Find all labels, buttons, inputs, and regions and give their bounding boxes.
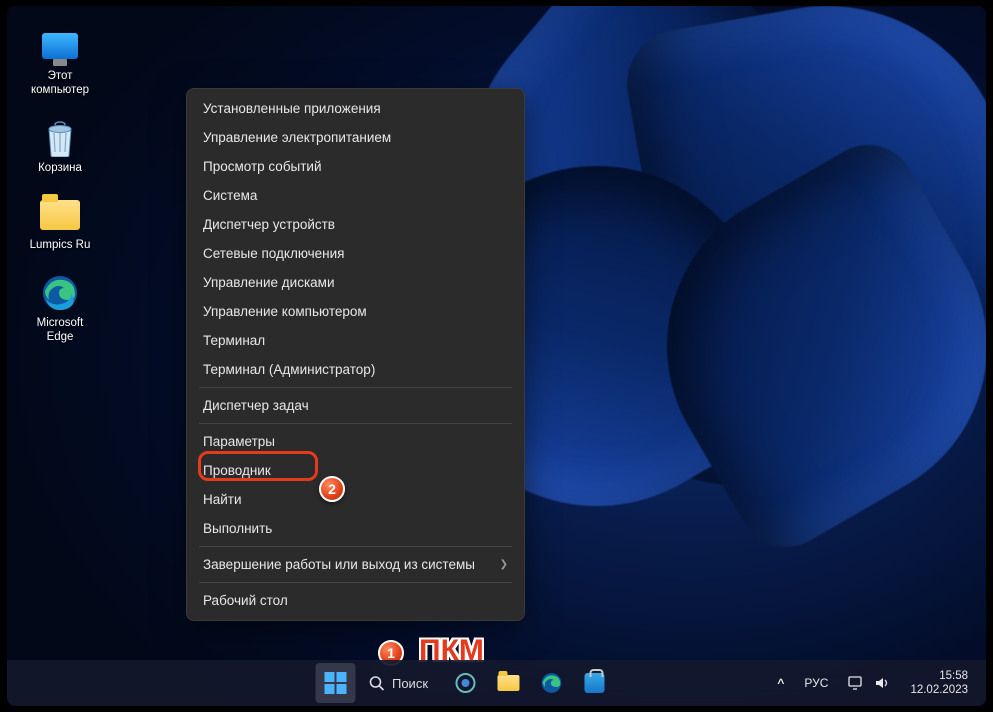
winx-context-menu: Установленные приложения Управление элек… (186, 88, 525, 621)
tray-overflow[interactable]: ^ (769, 664, 792, 702)
desktop-icon-recycle-bin[interactable]: Корзина (21, 116, 99, 176)
taskbar-search[interactable]: Поиск (358, 667, 442, 699)
search-label: Поиск (392, 676, 428, 691)
taskbar-copilot[interactable] (445, 663, 485, 703)
annotation-badge-2: 2 (319, 476, 345, 502)
ctx-terminal-admin[interactable]: Терминал (Администратор) (187, 355, 524, 384)
windows-logo-icon (324, 672, 346, 694)
ctx-run[interactable]: Выполнить (187, 514, 524, 543)
ctx-event-viewer[interactable]: Просмотр событий (187, 152, 524, 181)
tray-quick-settings[interactable] (840, 664, 898, 702)
ctx-computer-management[interactable]: Управление компьютером (187, 297, 524, 326)
chevron-right-icon: ❯ (500, 559, 508, 570)
network-icon (848, 676, 864, 690)
start-button[interactable] (315, 663, 355, 703)
monitor-icon (38, 24, 82, 68)
ctx-search[interactable]: Найти (187, 485, 524, 514)
ctx-installed-apps[interactable]: Установленные приложения (187, 94, 524, 123)
desktop-icon-label: Lumpics Ru (30, 239, 91, 253)
taskbar: Поиск ^ РУС 15:58 (7, 660, 986, 706)
clock-text: 15:58 12.02.2023 (910, 669, 968, 698)
desktop-icon-folder[interactable]: Lumpics Ru (21, 193, 99, 253)
edge-icon (38, 271, 82, 315)
desktop-icon-label: Этот компьютер (31, 70, 89, 98)
edge-icon (540, 672, 562, 694)
ctx-disk-management[interactable]: Управление дисками (187, 268, 524, 297)
ctx-shutdown-signout[interactable]: Завершение работы или выход из системы❯ (187, 550, 524, 579)
desktop-icon-label: Microsoft Edge (37, 317, 84, 345)
taskbar-explorer[interactable] (488, 663, 528, 703)
folder-icon (497, 675, 519, 691)
desktop-icon-edge[interactable]: Microsoft Edge (21, 271, 99, 345)
ctx-task-manager[interactable]: Диспетчер задач (187, 391, 524, 420)
search-icon (368, 675, 384, 691)
ctx-separator (199, 546, 512, 547)
ctx-network-connections[interactable]: Сетевые подключения (187, 239, 524, 268)
ctx-separator (199, 387, 512, 388)
taskbar-store[interactable] (574, 663, 614, 703)
desktop-icon-label: Корзина (38, 162, 82, 176)
ctx-device-manager[interactable]: Диспетчер устройств (187, 210, 524, 239)
taskbar-center: Поиск (315, 663, 614, 703)
copilot-icon (454, 672, 476, 694)
ctx-separator (199, 582, 512, 583)
ctx-system[interactable]: Система (187, 181, 524, 210)
ctx-explorer[interactable]: Проводник (187, 456, 524, 485)
system-tray: ^ РУС 15:58 12.02.2023 (769, 664, 976, 702)
volume-icon (874, 676, 890, 690)
desktop-icons: Этот компьютер Корзина Lumpics Ru Micros… (21, 24, 99, 363)
ctx-power-options[interactable]: Управление электропитанием (187, 123, 524, 152)
folder-icon (38, 193, 82, 237)
taskbar-edge[interactable] (531, 663, 571, 703)
desktop-screen: Этот компьютер Корзина Lumpics Ru Micros… (7, 6, 986, 706)
recycle-bin-icon (38, 116, 82, 160)
store-icon (584, 673, 604, 693)
ctx-separator (199, 423, 512, 424)
chevron-up-icon: ^ (777, 676, 784, 690)
ctx-desktop[interactable]: Рабочий стол (187, 586, 524, 615)
ctx-terminal[interactable]: Терминал (187, 326, 524, 355)
tray-clock[interactable]: 15:58 12.02.2023 (902, 664, 976, 702)
desktop-icon-this-pc[interactable]: Этот компьютер (21, 24, 99, 98)
ctx-settings[interactable]: Параметры (187, 427, 524, 456)
tray-language[interactable]: РУС (796, 664, 836, 702)
